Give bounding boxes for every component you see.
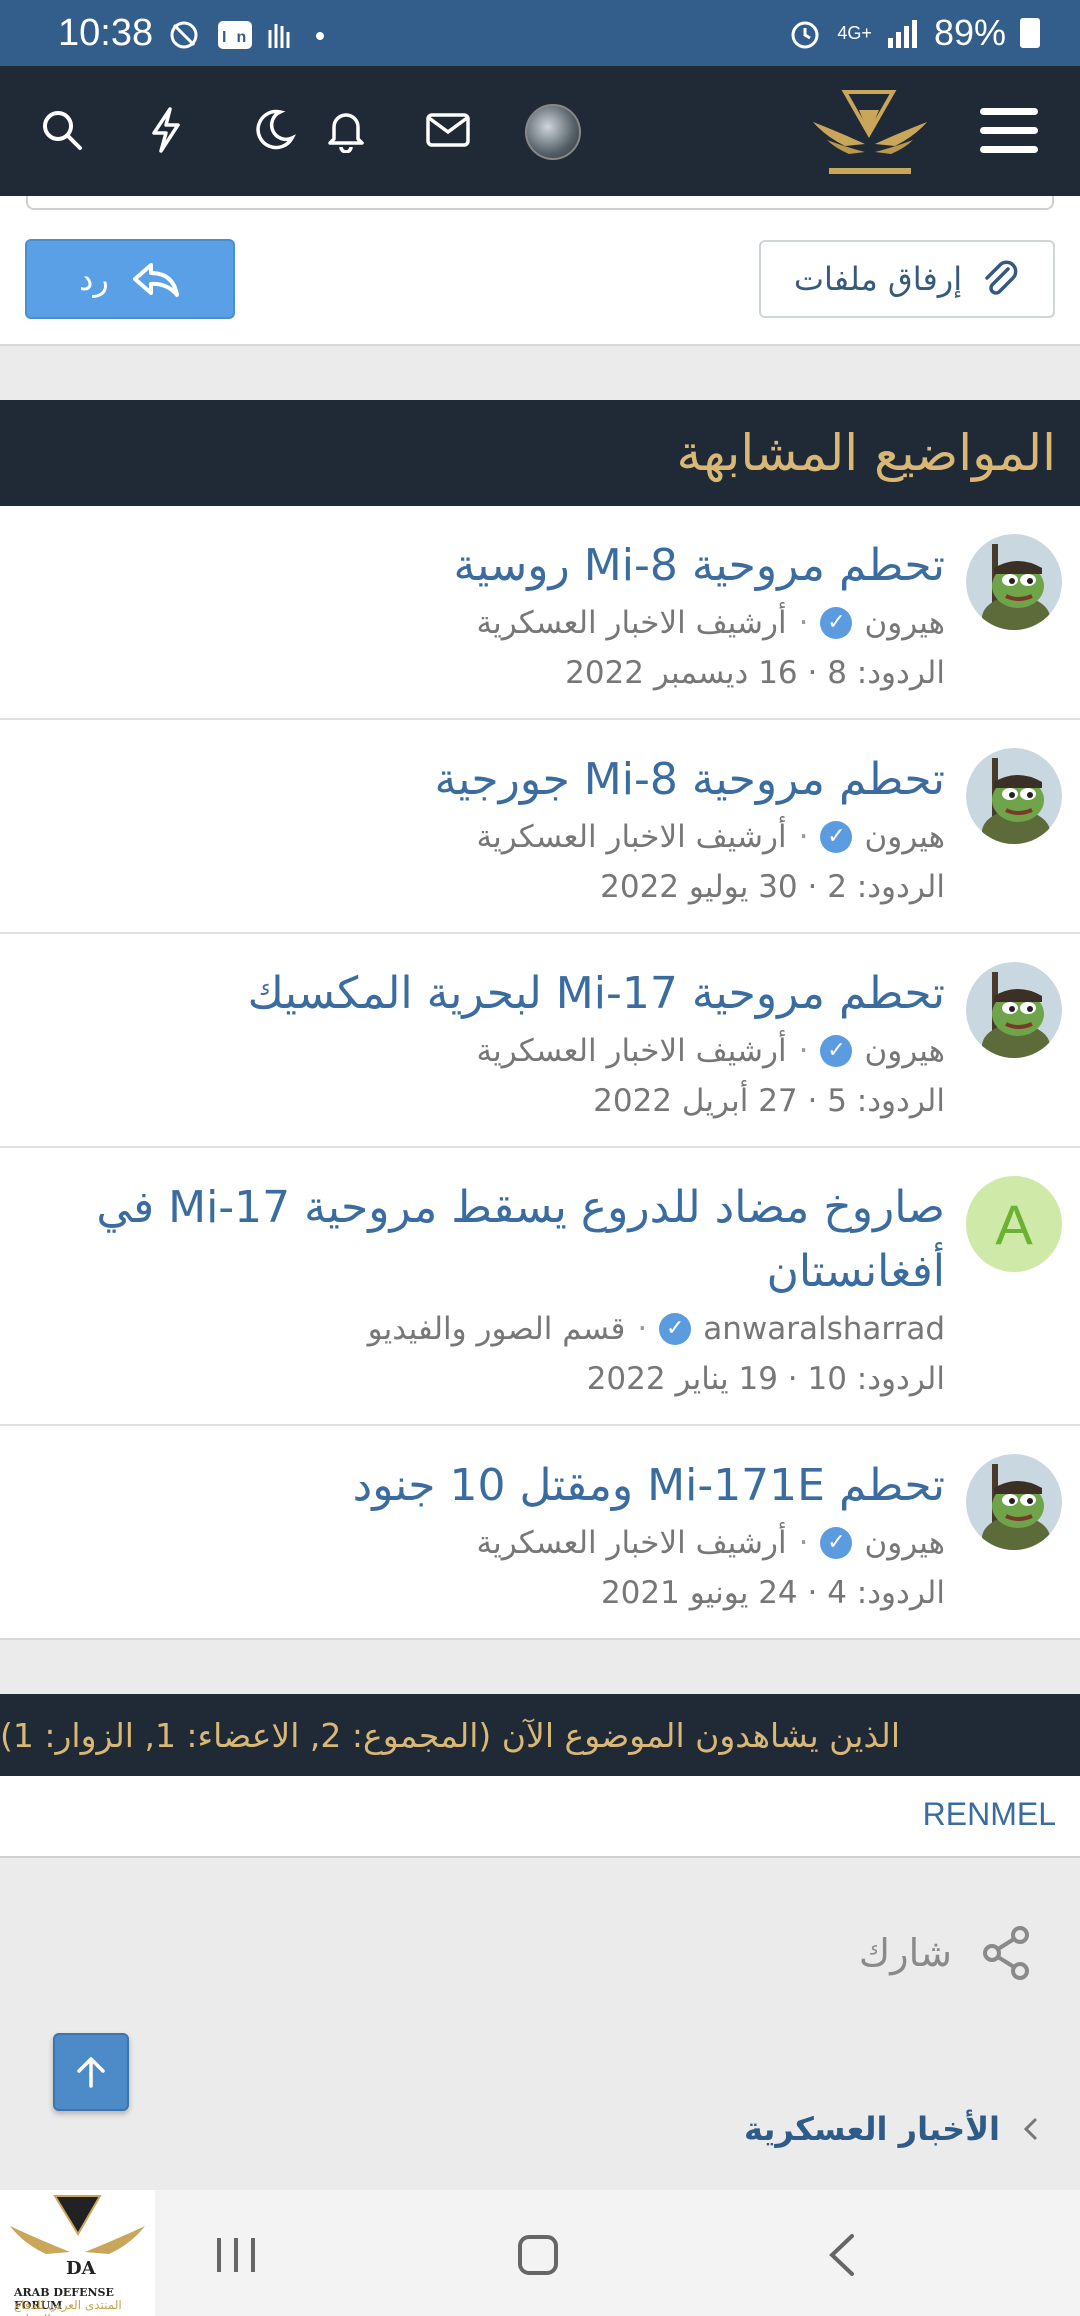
- lightning-icon[interactable]: [138, 102, 194, 158]
- thread-stats: الردود: 5 · 27 أبريل 2022: [593, 1083, 945, 1119]
- arab-defense-forum-watermark: DA ARAB DEFENSE FORUM المنتدى العربي للد…: [0, 2190, 155, 2316]
- thread-author[interactable]: هيرون: [864, 1026, 945, 1076]
- reply-label: رد: [79, 260, 109, 298]
- meta-separator: ·: [637, 1311, 648, 1347]
- meta-separator: ·: [798, 819, 809, 855]
- breadcrumb-label: الأخبار العسكرية: [743, 2110, 1000, 2148]
- app-header: [0, 66, 1080, 196]
- reply-arrow-icon: [132, 263, 179, 297]
- status-bar: 10:38 Inv 4G+ 89%: [0, 0, 1080, 66]
- reply-button[interactable]: رد: [25, 239, 235, 319]
- thread-row[interactable]: تحطم Mi-171E ومقتل 10 جنود هيرون ✓ · أرش…: [0, 1426, 1080, 1638]
- site-logo[interactable]: [805, 78, 935, 188]
- status-notification-icons: Inv: [170, 18, 330, 60]
- thread-forum[interactable]: أرشيف الاخبار العسكرية: [477, 1026, 787, 1076]
- thread-row[interactable]: A صاروخ مضاد للدروع يسقط مروحية Mi-17 في …: [0, 1148, 1080, 1426]
- avatar-letter: A: [995, 1192, 1033, 1256]
- verified-badge-icon: ✓: [659, 1313, 692, 1345]
- viewers-list: RENMEL: [0, 1776, 1080, 1858]
- thread-forum[interactable]: أرشيف الاخبار العسكرية: [477, 812, 787, 862]
- moon-icon[interactable]: [246, 102, 302, 158]
- bell-icon[interactable]: [318, 102, 374, 158]
- thread-stats: الردود: 4 · 24 يونيو 2021: [600, 1575, 945, 1611]
- thread-meta: هيرون ✓ · أرشيف الاخبار العسكرية: [20, 812, 945, 862]
- thread-author[interactable]: هيرون: [864, 812, 945, 862]
- share-section[interactable]: شارك: [859, 1925, 1032, 1981]
- avatar[interactable]: [966, 534, 1062, 630]
- arrow-up-icon: [77, 2057, 105, 2088]
- system-nav-bar: [0, 2190, 1080, 2316]
- avatar[interactable]: [966, 748, 1062, 844]
- verified-badge-icon: ✓: [820, 821, 853, 853]
- verified-badge-icon: ✓: [820, 1035, 853, 1067]
- attach-files-button[interactable]: إرفاق ملفات: [759, 240, 1055, 318]
- thread-author[interactable]: هيرون: [864, 1518, 945, 1568]
- watermark-line-2: المنتدى العربي للدفاع والتسليح: [14, 2298, 122, 2316]
- thread-forum[interactable]: أرشيف الاخبار العسكرية: [477, 1518, 787, 1568]
- svg-text:Inv: Inv: [222, 29, 275, 46]
- thread-stats: الردود: 10 · 19 يناير 2022: [586, 1361, 945, 1397]
- thread-stats: الردود: 8 · 16 ديسمبر 2022: [565, 655, 945, 691]
- thread-row[interactable]: تحطم مروحية Mi-17 لبحرية المكسيك هيرون ✓…: [0, 934, 1080, 1148]
- thread-meta: anwaralsharrad ✓ · قسم الصور والفيديو: [20, 1304, 945, 1354]
- home-button[interactable]: [498, 2220, 578, 2290]
- battery-percent: 89%: [933, 12, 1006, 53]
- thread-row[interactable]: تحطم مروحية Mi-8 روسية هيرون ✓ · أرشيف ا…: [0, 506, 1080, 720]
- avatar[interactable]: [966, 962, 1062, 1058]
- thread-row[interactable]: تحطم مروحية Mi-8 جورجية هيرون ✓ · أرشيف …: [0, 720, 1080, 934]
- attach-files-label: إرفاق ملفات: [793, 260, 963, 298]
- thread-stats: الردود: 2 · 30 يوليو 2022: [600, 869, 945, 905]
- thread-author[interactable]: هيرون: [864, 598, 945, 648]
- breadcrumb[interactable]: الأخبار العسكرية: [744, 2110, 1040, 2148]
- thread-meta: هيرون ✓ · أرشيف الاخبار العسكرية: [20, 1026, 945, 1076]
- signal-icon: [887, 20, 917, 48]
- thread-meta: هيرون ✓ · أرشيف الاخبار العسكرية: [20, 1518, 945, 1568]
- avatar[interactable]: A: [966, 1176, 1062, 1272]
- network-type: 4G+: [837, 23, 872, 43]
- thread-forum[interactable]: أرشيف الاخبار العسكرية: [477, 598, 787, 648]
- thread-forum[interactable]: قسم الصور والفيديو: [368, 1304, 626, 1354]
- reply-toolbar: إرفاق ملفات رد: [0, 196, 1080, 346]
- svg-text:DA: DA: [66, 2258, 97, 2279]
- share-label: شارك: [858, 1931, 952, 1975]
- viewers-heading: الذين يشاهدون الموضوع الآن (المجموع: 2, …: [0, 1694, 1080, 1776]
- editor-bottom-edge: [26, 196, 1054, 210]
- status-time: 10:38: [58, 12, 154, 54]
- viewer-member-link[interactable]: RENMEL: [923, 1796, 1056, 1833]
- forum-emblem-icon: DA: [10, 2195, 145, 2279]
- recent-apps-button[interactable]: [196, 2220, 276, 2290]
- similar-threads-heading: المواضيع المشابهة: [0, 400, 1080, 506]
- similar-threads-list: تحطم مروحية Mi-8 روسية هيرون ✓ · أرشيف ا…: [0, 506, 1080, 1640]
- menu-icon[interactable]: [980, 108, 1038, 154]
- alarm-icon: [791, 21, 819, 49]
- meta-separator: ·: [798, 1525, 809, 1561]
- thread-title-link[interactable]: تحطم Mi-171E ومقتل 10 جنود: [20, 1426, 945, 1518]
- thread-author[interactable]: anwaralsharrad: [703, 1304, 945, 1354]
- search-icon[interactable]: [34, 102, 90, 158]
- mail-icon[interactable]: [420, 102, 476, 158]
- thread-title-link[interactable]: تحطم مروحية Mi-17 لبحرية المكسيك: [20, 934, 945, 1026]
- notification-icons: Inv: [170, 21, 324, 49]
- scroll-to-top-button[interactable]: [53, 2033, 129, 2111]
- status-right: 4G+ 89%: [787, 12, 1040, 54]
- share-icon: [983, 1926, 1029, 1980]
- meta-separator: ·: [798, 1033, 809, 1069]
- avatar[interactable]: [966, 1454, 1062, 1550]
- thread-title-link[interactable]: صاروخ مضاد للدروع يسقط مروحية Mi-17 في أ…: [20, 1148, 945, 1304]
- thread-title-link[interactable]: تحطم مروحية Mi-8 روسية: [20, 506, 945, 598]
- user-avatar[interactable]: [525, 104, 581, 160]
- verified-badge-icon: ✓: [820, 607, 853, 639]
- paperclip-icon: [985, 260, 1018, 295]
- meta-separator: ·: [798, 605, 809, 641]
- battery-icon: [1020, 18, 1040, 48]
- thread-title-link[interactable]: تحطم مروحية Mi-8 جورجية: [20, 720, 945, 812]
- back-button[interactable]: [802, 2220, 882, 2290]
- thread-meta: هيرون ✓ · أرشيف الاخبار العسكرية: [20, 598, 945, 648]
- verified-badge-icon: ✓: [820, 1527, 853, 1559]
- chevron-left-icon: [1023, 2117, 1038, 2141]
